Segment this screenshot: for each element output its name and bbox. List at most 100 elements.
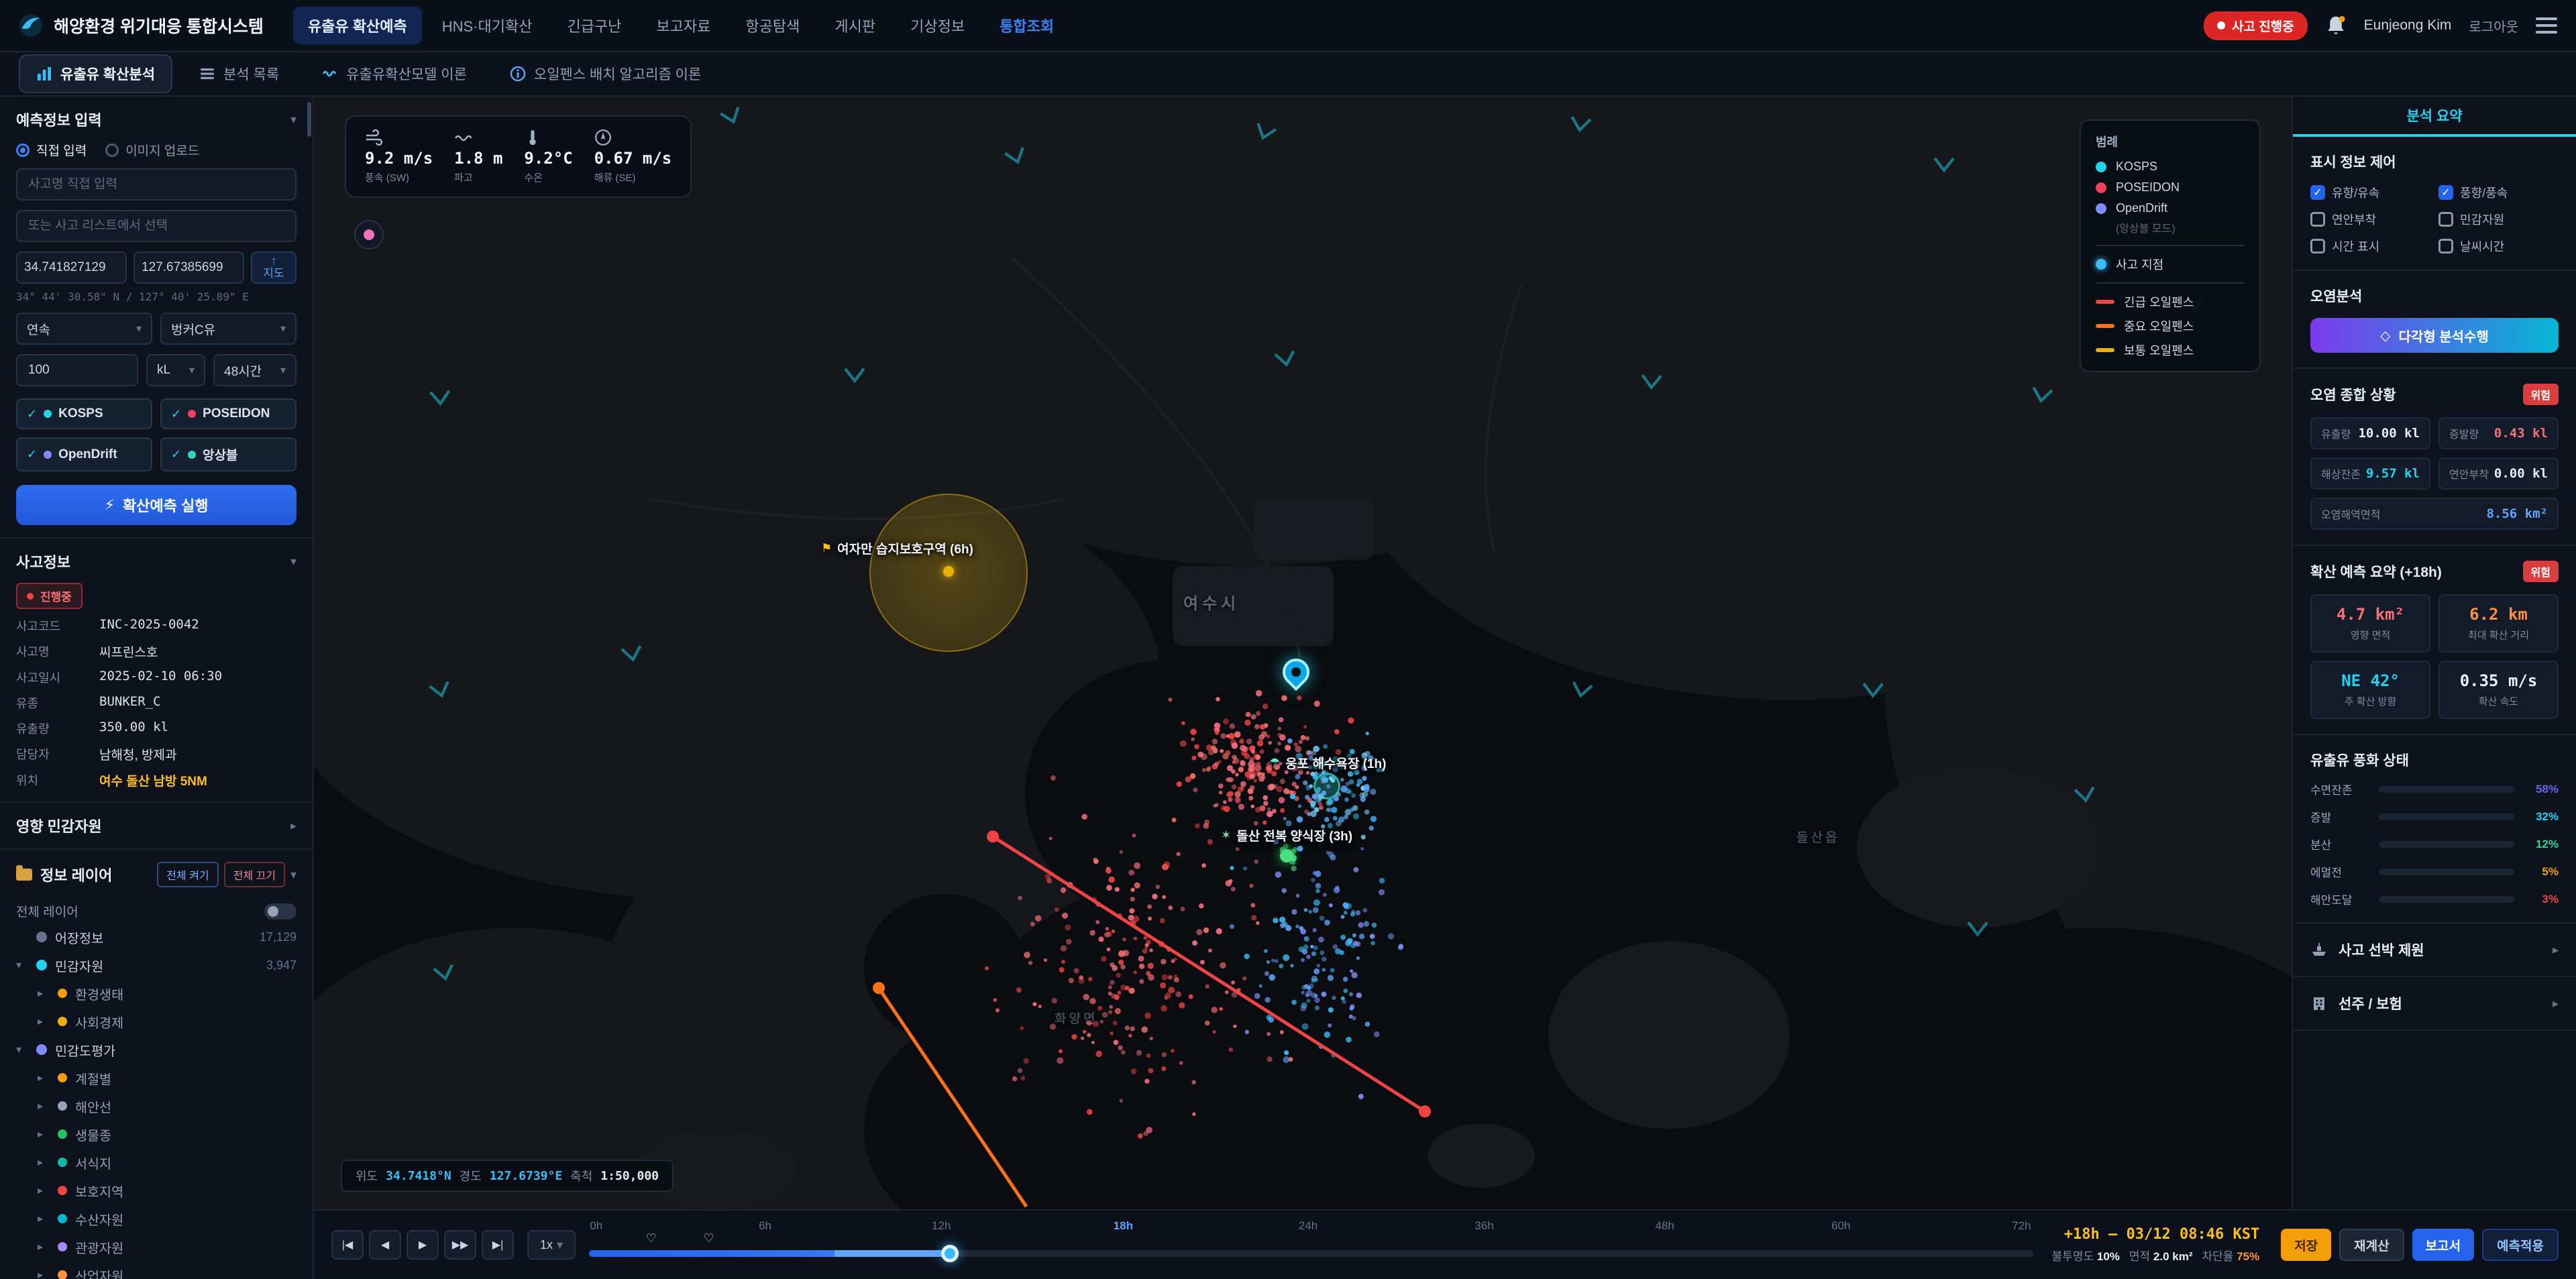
layer-item-socio-economy[interactable]: ▸ 사회경제 — [16, 1007, 297, 1036]
layer-item-seasonal[interactable]: ▸계절별 — [16, 1064, 297, 1092]
model-chip-opendrift[interactable]: ✓OpenDrift — [16, 437, 152, 471]
skip-start-button[interactable]: |◀ — [331, 1230, 364, 1260]
tab-analysis-summary[interactable]: 분석 요약 — [2406, 105, 2462, 125]
run-prediction-button[interactable]: ⚡확산예측 실행 — [16, 485, 297, 525]
timeline-tick[interactable]: 60h — [1831, 1219, 1850, 1233]
chevron-right-icon[interactable]: ▸ — [38, 1240, 50, 1254]
bookmark-heart-icon[interactable]: ♡ — [645, 1231, 656, 1245]
chevron-right-icon[interactable]: ▸ — [38, 1127, 50, 1141]
chevron-down-icon[interactable]: ▾ — [290, 113, 297, 127]
oil-type-select[interactable]: 벙커C유▾ — [160, 313, 297, 345]
option-weather-time[interactable]: ✓날씨시간 — [2438, 237, 2559, 255]
model-chip-poseidon[interactable]: ✓POSEIDON — [160, 398, 297, 429]
chevron-right-icon[interactable]: ▸ — [38, 1156, 50, 1169]
option-shore-adhesion[interactable]: ✓연안부착 — [2310, 211, 2430, 228]
unit-select[interactable]: kL▾ — [146, 354, 205, 386]
chevron-right-icon[interactable]: ▸ — [2553, 997, 2559, 1011]
timeline-thumb[interactable] — [941, 1245, 959, 1262]
radio-image-upload[interactable]: 이미지 업로드 — [105, 141, 199, 159]
latitude-input[interactable] — [16, 252, 127, 284]
incident-info-header[interactable]: 사고정보 ▾ — [16, 551, 297, 572]
layer-item-fishery-resources[interactable]: ▸수산자원 — [16, 1205, 297, 1233]
nav-item-weather[interactable]: 기상정보 — [896, 7, 979, 44]
pick-on-map-button[interactable]: ↑지도 — [251, 252, 297, 284]
nav-item-board[interactable]: 게시판 — [820, 7, 890, 44]
chevron-right-icon[interactable]: ▸ — [38, 1268, 50, 1279]
chevron-right-icon[interactable]: ▸ — [38, 1212, 50, 1225]
tab-spill-analysis[interactable]: 유출유 확산분석 — [19, 54, 172, 93]
important-oil-fence-line[interactable] — [879, 988, 1026, 1207]
layer-item-protected-area[interactable]: ▸보호지역 — [16, 1176, 297, 1205]
layer-item-industrial-resources[interactable]: ▸산업자원 — [16, 1261, 297, 1279]
tab-model-theory[interactable]: 유출유확산모델 이론 — [306, 56, 483, 92]
fence-endpoint[interactable] — [987, 830, 999, 842]
chevron-down-icon[interactable]: ▾ — [16, 1043, 28, 1056]
nav-item-spill-prediction[interactable]: 유출유 확산예측 — [293, 7, 422, 44]
layers-all-off-button[interactable]: 전체 끄기 — [224, 862, 285, 887]
speed-select[interactable]: 1x▾ — [527, 1230, 576, 1260]
layer-item-fisheries[interactable]: 어장정보 17,129 — [16, 923, 297, 951]
nav-item-integrated-search[interactable]: 통합조회 — [985, 7, 1069, 44]
timeline-tick[interactable]: 36h — [1474, 1219, 1493, 1233]
app-logo[interactable]: 해양환경 위기대응 통합시스템 — [19, 13, 264, 38]
layer-item-tourism-resources[interactable]: ▸관광자원 — [16, 1233, 297, 1261]
fence-endpoint[interactable] — [1419, 1105, 1431, 1117]
longitude-input[interactable] — [133, 252, 244, 284]
predict-input-header[interactable]: 예측정보 입력 ▾ — [16, 109, 297, 130]
save-button[interactable]: 저장 — [2281, 1229, 2331, 1261]
model-chip-ensemble[interactable]: ✓앙상블 — [160, 437, 297, 471]
logout-button[interactable]: 로그아웃 — [2469, 16, 2518, 36]
map-canvas[interactable]: 여수시 화양면 돌산읍 ⚑ 여자만 습지보호구역 (6h) ☂ 웅포 해수욕장 … — [314, 97, 2292, 1209]
chevron-right-icon[interactable]: ▸ — [38, 1099, 50, 1113]
timeline-tick[interactable]: 6h — [759, 1219, 771, 1233]
tab-analysis-list[interactable]: 분석 목록 — [183, 56, 295, 92]
spill-amount-input[interactable] — [16, 354, 138, 386]
skip-end-button[interactable]: ▶| — [482, 1230, 514, 1260]
all-layers-toggle[interactable] — [264, 903, 297, 920]
timeline-track[interactable] — [589, 1250, 2033, 1257]
timeline-tick[interactable]: 18h — [1114, 1219, 1133, 1233]
tab-boom-algorithm-theory[interactable]: 오일펜스 배치 알고리즘 이론 — [494, 56, 717, 92]
fast-forward-button[interactable]: ▶▶ — [444, 1230, 476, 1260]
option-current-direction[interactable]: ✓유향/유속 — [2310, 184, 2430, 201]
chevron-down-icon[interactable]: ▾ — [290, 555, 297, 569]
option-sensitive-resources[interactable]: ✓민감자원 — [2438, 211, 2559, 228]
sidebar-scrollbar[interactable] — [307, 102, 311, 137]
option-wind-direction[interactable]: ✓풍향/풍속 — [2438, 184, 2559, 201]
duration-select[interactable]: 48시간▾ — [213, 354, 297, 386]
chevron-right-icon[interactable]: ▸ — [38, 987, 50, 1000]
model-chip-kosps[interactable]: ✓KOSPS — [16, 398, 152, 429]
radio-direct-input[interactable]: 직접 입력 — [16, 141, 87, 159]
chevron-right-icon[interactable]: ▸ — [290, 819, 297, 833]
map-style-button[interactable] — [354, 220, 384, 249]
user-name[interactable]: Eunjeong Kim — [2364, 17, 2452, 34]
incident-name-input[interactable] — [16, 168, 297, 201]
chevron-down-icon[interactable]: ▾ — [16, 958, 28, 972]
timeline-tick[interactable]: 12h — [932, 1219, 951, 1233]
spill-mode-select[interactable]: 연속▾ — [16, 313, 152, 345]
chevron-right-icon[interactable]: ▸ — [2553, 943, 2559, 957]
chevron-right-icon[interactable]: ▸ — [38, 1015, 50, 1028]
recalculate-button[interactable]: 재계산 — [2339, 1229, 2404, 1261]
chevron-down-icon[interactable]: ▾ — [290, 868, 297, 882]
ship-spec-card[interactable]: 사고 선박 제원 ▸ — [2293, 924, 2576, 977]
option-time-display[interactable]: ✓시간 표시 — [2310, 237, 2430, 255]
info-layers-header[interactable]: 정보 레이어 전체 켜기 전체 끄기 ▾ — [16, 862, 297, 887]
timeline-tick[interactable]: 0h — [590, 1219, 602, 1233]
marker-label-wetland[interactable]: ⚑ 여자만 습지보호구역 (6h) — [821, 539, 973, 557]
layers-all-on-button[interactable]: 전체 켜기 — [157, 862, 218, 887]
timeline-tick[interactable]: 72h — [2012, 1219, 2031, 1233]
nav-item-aerial[interactable]: 항공탐색 — [731, 7, 814, 44]
report-button[interactable]: 보고서 — [2412, 1229, 2474, 1261]
layer-item-habitat[interactable]: ▸서식지 — [16, 1148, 297, 1176]
layer-group-sensitive-resources[interactable]: ▾ 민감자원 3,947 — [16, 951, 297, 979]
marker-label-beach[interactable]: ☂ 웅포 해수욕장 (1h) — [1269, 754, 1386, 772]
layer-group-sensitivity-index[interactable]: ▾ 민감도평가 — [16, 1036, 297, 1064]
nav-item-hns[interactable]: HNS·대기확산 — [427, 7, 547, 44]
owner-insurance-card[interactable]: 선주 / 보험 ▸ — [2293, 977, 2576, 1031]
nav-item-reports[interactable]: 보고자료 — [641, 7, 725, 44]
menu-hamburger-icon[interactable] — [2536, 17, 2557, 34]
timeline-tick[interactable]: 24h — [1299, 1219, 1318, 1233]
fence-endpoint[interactable] — [873, 982, 885, 994]
incident-list-input[interactable] — [16, 210, 297, 242]
